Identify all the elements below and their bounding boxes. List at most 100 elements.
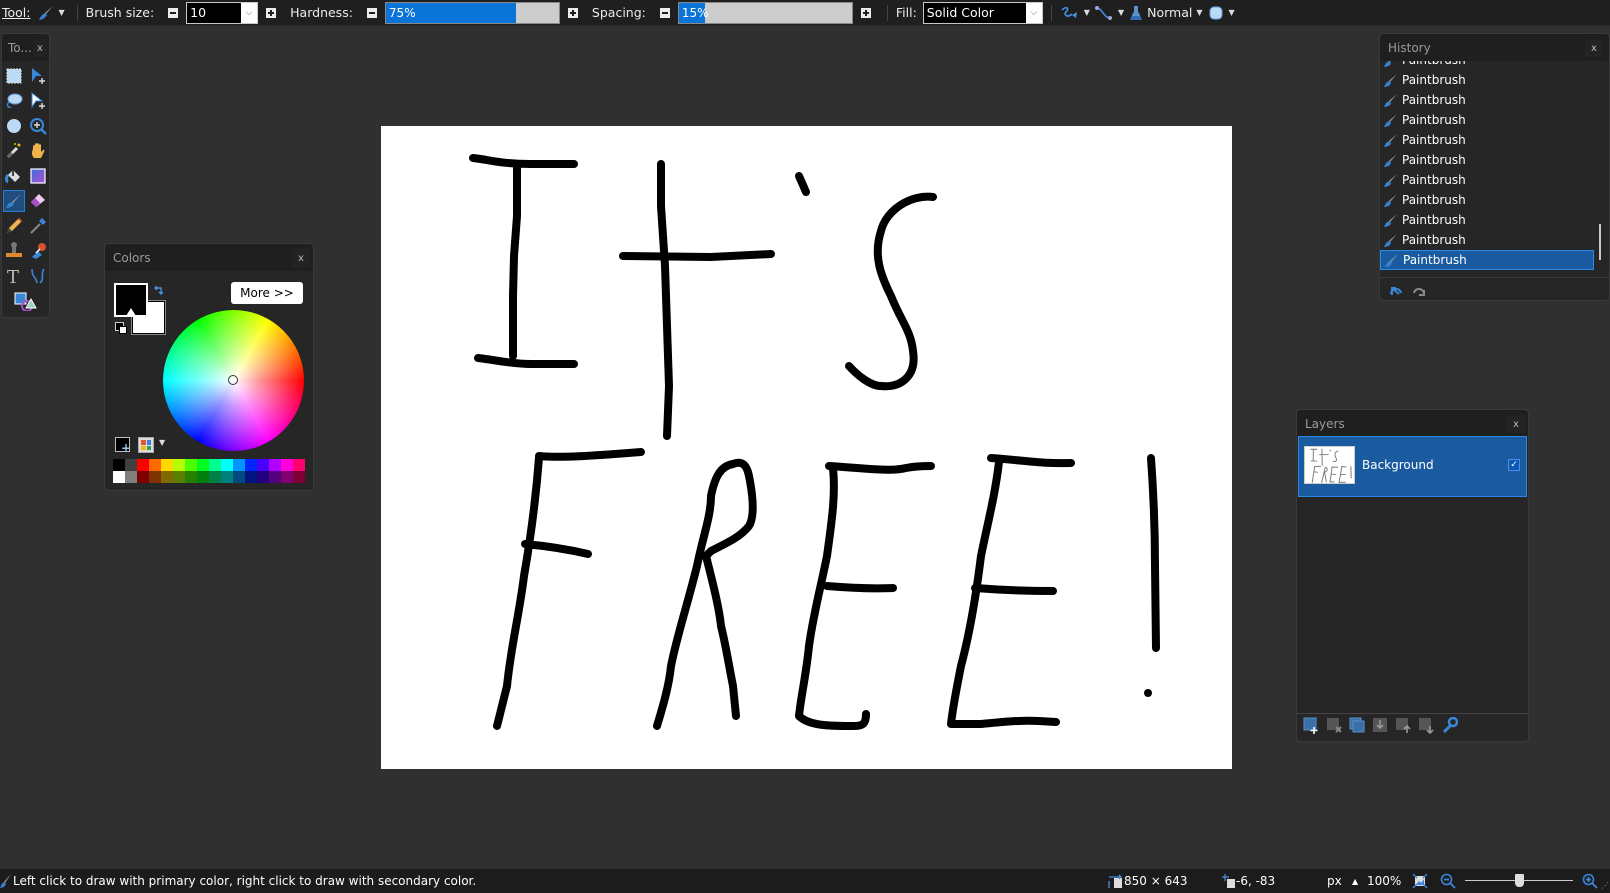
tool-zoom[interactable] xyxy=(27,115,49,137)
history-item[interactable]: Paintbrush xyxy=(1380,70,1594,90)
palette-swatch[interactable] xyxy=(281,471,293,483)
tool-pencil[interactable] xyxy=(3,215,25,237)
blend-mode-select[interactable]: Normal ▼ xyxy=(1128,4,1206,22)
zoom-out-icon[interactable] xyxy=(1440,873,1456,889)
history-item[interactable]: Paintbrush xyxy=(1380,61,1594,70)
fill-mode-value[interactable]: Solid Color xyxy=(924,5,1026,20)
palette-swatch[interactable] xyxy=(269,459,281,471)
tool-paintbrush[interactable] xyxy=(3,190,25,212)
swap-colors-icon[interactable] xyxy=(153,284,165,296)
move-layer-up-button[interactable] xyxy=(1395,717,1411,734)
duplicate-layer-button[interactable] xyxy=(1349,717,1365,734)
close-icon[interactable]: x xyxy=(292,249,310,267)
palette-swatch[interactable] xyxy=(257,471,269,483)
tool-shapes[interactable] xyxy=(8,290,44,312)
hardness-decrease-button[interactable] xyxy=(366,7,377,18)
image-canvas[interactable] xyxy=(381,126,1232,769)
color-wheel-cursor[interactable] xyxy=(228,375,238,385)
tool-paint-bucket[interactable] xyxy=(3,165,25,187)
tool-recolor[interactable] xyxy=(27,240,49,262)
palette-swatch[interactable] xyxy=(197,459,209,471)
chevron-down-icon[interactable]: ▼ xyxy=(159,438,165,447)
history-item[interactable]: Paintbrush xyxy=(1380,230,1594,250)
brush-size-value[interactable]: 10 xyxy=(187,5,241,20)
history-item[interactable]: Paintbrush xyxy=(1380,150,1594,170)
layer-visibility-checkbox[interactable]: ✓ xyxy=(1508,459,1520,471)
palette-menu-button[interactable] xyxy=(138,437,154,453)
palette-swatch[interactable] xyxy=(173,459,185,471)
zoom-slider[interactable] xyxy=(1465,874,1573,887)
antialiasing-toggle[interactable]: ▼ xyxy=(1060,4,1094,22)
hardness-increase-button[interactable] xyxy=(567,7,578,18)
redo-icon[interactable] xyxy=(1411,284,1427,298)
zoom-slider-thumb[interactable] xyxy=(1515,874,1524,887)
add-new-layer-button[interactable] xyxy=(1303,717,1319,734)
spacing-slider[interactable]: 15% xyxy=(677,1,853,24)
palette-swatch[interactable] xyxy=(137,459,149,471)
brush-size-decrease-button[interactable] xyxy=(168,7,179,18)
close-icon[interactable]: x xyxy=(33,39,47,57)
fill-mode-select[interactable]: Solid Color ⌵ xyxy=(922,1,1043,24)
palette-swatch[interactable] xyxy=(113,459,125,471)
palette-swatch[interactable] xyxy=(269,471,281,483)
chevron-up-icon[interactable]: ▲ xyxy=(1352,877,1358,886)
palette-swatch[interactable] xyxy=(257,459,269,471)
tool-clone-stamp[interactable] xyxy=(3,240,25,262)
history-item[interactable]: Paintbrush xyxy=(1380,210,1594,230)
close-icon[interactable]: x xyxy=(1585,39,1603,57)
palette-swatch[interactable] xyxy=(113,471,125,483)
tool-ellipse-select[interactable] xyxy=(3,115,25,137)
tool-gradient[interactable] xyxy=(27,165,49,187)
zoom-value[interactable]: 100% xyxy=(1367,874,1401,888)
tool-color-picker[interactable] xyxy=(27,215,49,237)
delete-layer-button[interactable] xyxy=(1326,717,1342,734)
tool-selector[interactable]: ▼ xyxy=(37,4,69,22)
tool-lasso-select[interactable] xyxy=(3,90,25,112)
palette-swatch[interactable] xyxy=(149,471,161,483)
palette-swatch[interactable] xyxy=(221,459,233,471)
palette-swatch[interactable] xyxy=(173,471,185,483)
brush-size-input[interactable]: 10 ⌵ xyxy=(186,1,259,24)
undo-icon[interactable] xyxy=(1388,284,1404,298)
palette-swatch[interactable] xyxy=(233,471,245,483)
palette-swatch[interactable] xyxy=(161,459,173,471)
palette-swatch[interactable] xyxy=(281,459,293,471)
chevron-down-icon[interactable]: ⌵ xyxy=(1025,2,1042,23)
tool-line-curve[interactable] xyxy=(27,265,49,287)
history-item[interactable]: Paintbrush xyxy=(1380,90,1594,110)
tool-move-selected-pixels[interactable] xyxy=(27,65,49,87)
palette-swatch[interactable] xyxy=(293,459,305,471)
tool-text[interactable]: T xyxy=(3,265,25,287)
more-colors-button[interactable]: More >> xyxy=(231,282,303,304)
units-select[interactable]: px xyxy=(1327,874,1342,888)
palette-swatch[interactable] xyxy=(125,459,137,471)
brush-size-increase-button[interactable] xyxy=(266,7,277,18)
selection-mode-toggle[interactable]: ▼ xyxy=(1207,4,1239,22)
tool-pan[interactable] xyxy=(27,140,49,162)
palette-swatch[interactable] xyxy=(233,459,245,471)
merge-layer-down-button[interactable] xyxy=(1372,717,1388,734)
palette-swatch[interactable] xyxy=(221,471,233,483)
chevron-down-icon[interactable]: ⌵ xyxy=(241,2,258,23)
tool-rectangle-select[interactable] xyxy=(3,65,25,87)
zoom-to-window-icon[interactable] xyxy=(1412,873,1428,889)
add-to-palette-button[interactable]: + xyxy=(115,437,131,455)
curve-mode-toggle[interactable]: ▼ xyxy=(1094,4,1128,22)
layer-properties-button[interactable] xyxy=(1441,716,1459,734)
history-item[interactable]: Paintbrush xyxy=(1380,170,1594,190)
history-item[interactable]: Paintbrush xyxy=(1380,110,1594,130)
palette-swatch[interactable] xyxy=(185,471,197,483)
tool-move-selection[interactable] xyxy=(27,90,49,112)
palette-swatch[interactable] xyxy=(197,471,209,483)
history-scrollbar[interactable] xyxy=(1599,224,1601,260)
palette-swatch[interactable] xyxy=(161,471,173,483)
palette-swatch[interactable] xyxy=(245,471,257,483)
resize-grip-icon[interactable]: ⋰ xyxy=(1601,881,1609,890)
palette-swatch[interactable] xyxy=(293,471,305,483)
close-icon[interactable]: x xyxy=(1507,415,1525,433)
history-item[interactable]: Paintbrush xyxy=(1380,250,1594,270)
palette-swatch[interactable] xyxy=(137,471,149,483)
hardness-slider[interactable]: 75% xyxy=(384,1,560,24)
tool-eraser[interactable] xyxy=(27,190,49,212)
palette-swatch[interactable] xyxy=(209,459,221,471)
